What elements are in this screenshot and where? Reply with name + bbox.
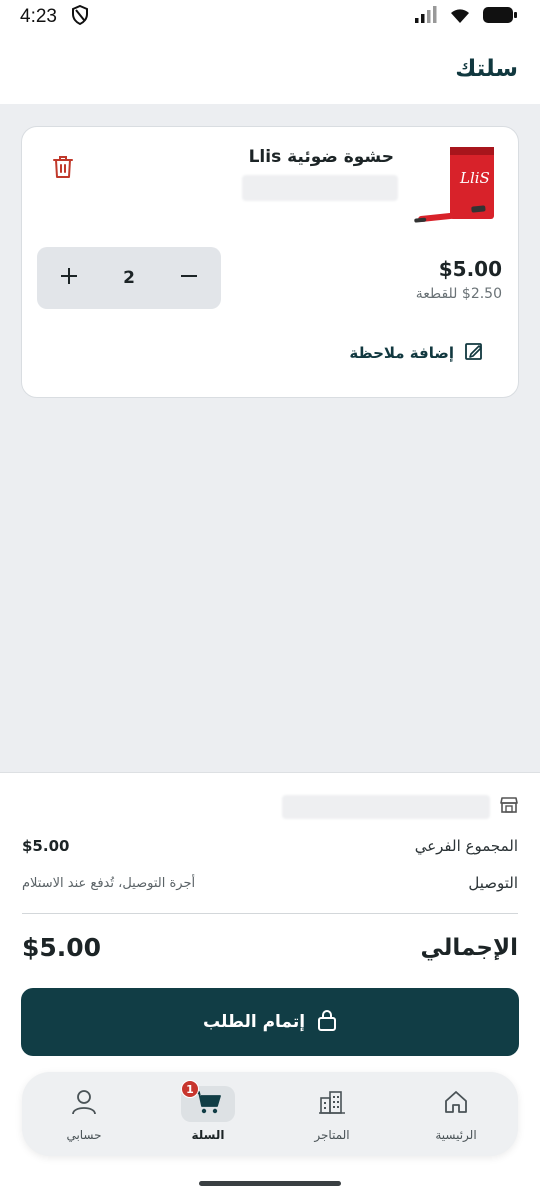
item-unit-price: $2.50 للقطعة	[415, 286, 502, 302]
nav-label-stores: المتاجر	[314, 1128, 350, 1142]
product-image-brand-text: LliS	[459, 169, 490, 187]
quantity-value: 2	[123, 268, 135, 288]
delivery-value: أجرة التوصيل، تُدفع عند الاستلام	[22, 875, 196, 891]
total-label: الإجمالي	[420, 934, 518, 961]
nav-label-home: الرئيسية	[435, 1128, 477, 1142]
minus-icon	[180, 267, 198, 289]
quantity-stepper: 2	[37, 247, 221, 309]
trash-icon	[52, 155, 74, 183]
store-icon	[500, 796, 518, 818]
subtotal-value: $5.00	[22, 837, 70, 855]
wifi-icon	[448, 6, 472, 28]
plus-icon	[60, 267, 78, 289]
status-left: 4:23	[20, 4, 89, 29]
total-value: $5.00	[22, 933, 102, 962]
store-name-redacted	[282, 795, 490, 819]
nav-label-cart: السلة	[191, 1128, 225, 1142]
checkout-button[interactable]: إتمام الطلب	[21, 988, 519, 1056]
user-icon	[71, 1089, 97, 1119]
delivery-label: التوصيل	[468, 874, 518, 892]
signal-icon	[414, 6, 438, 28]
nav-item-account[interactable]: حسابي	[22, 1072, 146, 1156]
page-title: سلتك	[455, 56, 518, 82]
home-indicator	[199, 1181, 341, 1186]
cart-content-area: LliS حشوة ضوئية Llis 2 $5.00 $2.50 للقطع…	[0, 104, 540, 772]
status-bar: 4:23	[0, 0, 540, 34]
delivery-row: التوصيل أجرة التوصيل، تُدفع عند الاستلام	[22, 874, 518, 892]
status-time: 4:23	[20, 6, 57, 27]
header: سلتك	[0, 34, 540, 104]
edit-note-icon	[464, 341, 484, 365]
nav-account-icon-wrap	[57, 1086, 111, 1122]
checkout-label: إتمام الطلب	[202, 1012, 306, 1032]
nav-item-stores[interactable]: المتاجر	[270, 1072, 394, 1156]
status-right	[414, 6, 518, 28]
subtotal-label: المجموع الفرعي	[414, 837, 518, 855]
stores-icon	[318, 1089, 346, 1119]
nav-item-cart[interactable]: 1 السلة	[146, 1072, 270, 1156]
home-icon	[443, 1089, 469, 1119]
cart-badge: 1	[181, 1080, 199, 1098]
nav-home-icon-wrap	[429, 1086, 483, 1122]
cart-icon	[194, 1089, 222, 1119]
delete-button[interactable]	[50, 155, 76, 183]
nav-stores-icon-wrap	[305, 1086, 359, 1122]
product-name: حشوة ضوئية Llis	[248, 147, 394, 167]
shield-icon	[71, 4, 89, 29]
add-note-label: إضافة ملاحظة	[349, 344, 454, 362]
store-row	[282, 795, 518, 819]
cart-item-card: LliS حشوة ضوئية Llis 2 $5.00 $2.50 للقطع…	[21, 126, 519, 398]
total-row: الإجمالي $5.00	[22, 933, 518, 962]
increase-quantity-button[interactable]	[59, 268, 79, 288]
add-note-button[interactable]: إضافة ملاحظة	[349, 341, 484, 365]
product-subtitle-redacted	[242, 175, 398, 201]
subtotal-row: المجموع الفرعي $5.00	[22, 837, 518, 855]
nav-cart-icon-wrap: 1	[181, 1080, 235, 1122]
lock-icon	[317, 1009, 337, 1035]
item-total-price: $5.00	[438, 257, 502, 281]
nav-item-home[interactable]: الرئيسية	[394, 1072, 518, 1156]
bottom-nav: الرئيسية المتاجر 1 السلة حسابي	[22, 1072, 518, 1156]
battery-icon	[482, 6, 518, 28]
nav-label-account: حسابي	[66, 1128, 102, 1142]
product-image[interactable]: LliS	[412, 143, 502, 233]
summary-divider	[22, 913, 518, 914]
decrease-quantity-button[interactable]	[179, 268, 199, 288]
